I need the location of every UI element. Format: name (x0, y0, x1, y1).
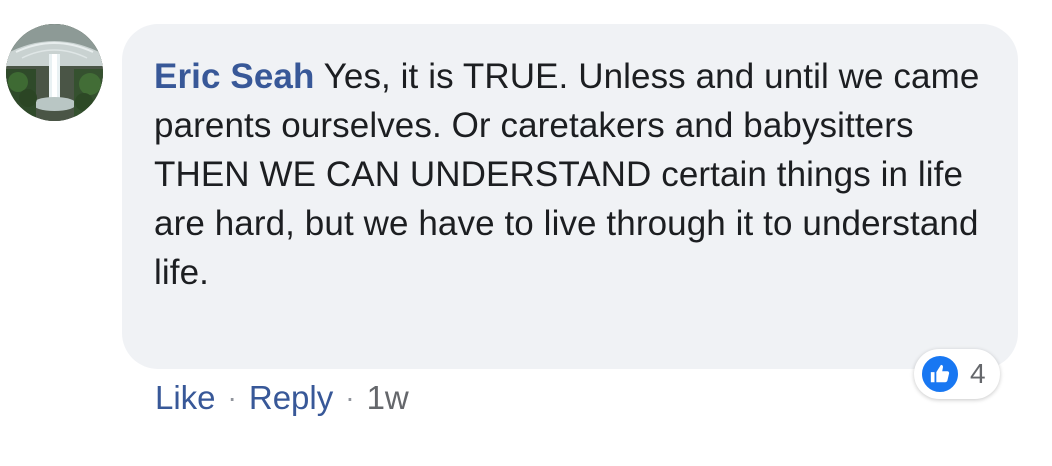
comment-bubble: Eric Seah Yes, it is TRUE. Unless and un… (122, 24, 1018, 369)
comment-author-link[interactable]: Eric Seah (154, 57, 314, 96)
separator-dot: · (227, 382, 237, 413)
separator-dot: · (345, 382, 355, 413)
reaction-summary[interactable]: 4 (914, 349, 1000, 399)
comment-body: Eric Seah Yes, it is TRUE. Unless and un… (154, 52, 988, 297)
reaction-count: 4 (970, 358, 986, 389)
timestamp-link[interactable]: 1w (367, 378, 409, 418)
comment-actions: Like · Reply · 1w (155, 378, 409, 418)
avatar[interactable] (6, 24, 103, 121)
like-button[interactable]: Like (155, 378, 216, 418)
reply-button[interactable]: Reply (249, 378, 333, 418)
avatar-photo (6, 24, 103, 121)
thumbs-up-icon (920, 354, 960, 394)
